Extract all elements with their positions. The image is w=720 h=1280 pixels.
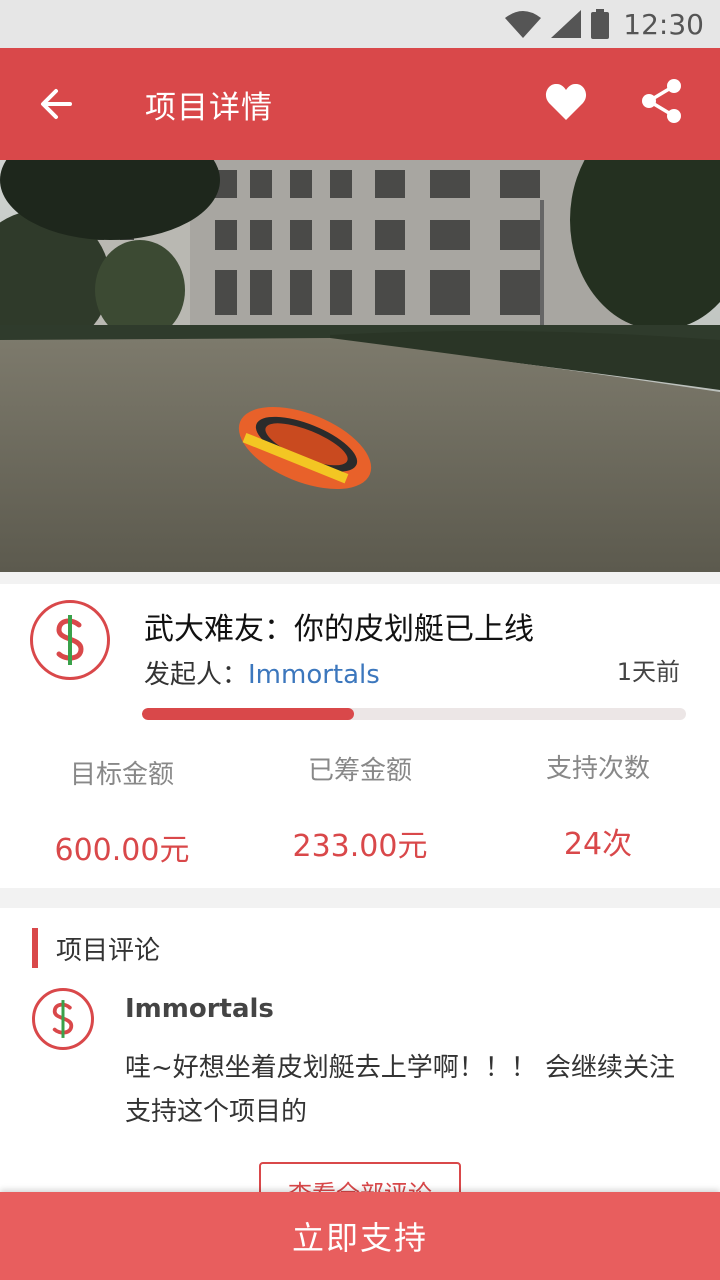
time-ago: 1天前 bbox=[616, 658, 680, 686]
back-arrow-icon[interactable] bbox=[36, 84, 76, 124]
battery-icon bbox=[591, 9, 610, 39]
stat-backers: 支持次数 24次 bbox=[478, 748, 718, 863]
stat-label: 目标金额 bbox=[69, 760, 174, 790]
funding-progress-fill bbox=[142, 708, 355, 720]
stat-raised: 已筹金额 233.00元 bbox=[240, 750, 480, 865]
heart-icon[interactable] bbox=[544, 80, 588, 124]
initiator-name[interactable]: Immortals bbox=[248, 660, 380, 690]
stat-label: 支持次数 bbox=[545, 754, 650, 784]
page-title: 项目详情 bbox=[145, 90, 273, 126]
stat-value: 233.00元 bbox=[292, 829, 428, 864]
share-icon[interactable] bbox=[640, 78, 684, 124]
stat-target: 目标金额 600.00元 bbox=[2, 754, 242, 869]
commenter-name: Immortals bbox=[125, 994, 274, 1024]
commenter-avatar bbox=[32, 988, 94, 1050]
section-marker bbox=[32, 928, 38, 968]
comments-card: 项目评论 Immortals 哇~好想坐着皮划艇去上学啊！！！ 会继续关注支持这… bbox=[0, 908, 720, 1222]
initiator-label: 发起人： bbox=[144, 660, 249, 690]
project-cover-image bbox=[0, 160, 720, 572]
project-info-card: 武大难友：你的皮划艇已上线 发起人：Immortals 1天前 目标金额 600… bbox=[0, 584, 720, 888]
signal-icon bbox=[551, 10, 582, 38]
wifi-icon bbox=[505, 11, 542, 38]
funding-progress-bar bbox=[142, 708, 686, 720]
app-bar: 项目详情 bbox=[0, 48, 720, 160]
initiator: 发起人：Immortals bbox=[144, 654, 380, 691]
comment-text: 哇~好想坐着皮划艇去上学啊！！！ 会继续关注支持这个项目的 bbox=[125, 1053, 676, 1127]
comments-section-title: 项目评论 bbox=[56, 936, 161, 966]
support-now-button[interactable]: 立即支持 bbox=[0, 1192, 720, 1280]
project-title: 武大难友：你的皮划艇已上线 bbox=[144, 612, 534, 647]
stat-value: 24次 bbox=[563, 827, 633, 862]
dollar-logo-icon bbox=[30, 600, 110, 680]
stat-value: 600.00元 bbox=[54, 833, 190, 868]
stat-label: 已筹金额 bbox=[307, 756, 412, 786]
status-time: 12:30 bbox=[623, 7, 704, 41]
status-bar: 12:30 bbox=[0, 0, 720, 48]
